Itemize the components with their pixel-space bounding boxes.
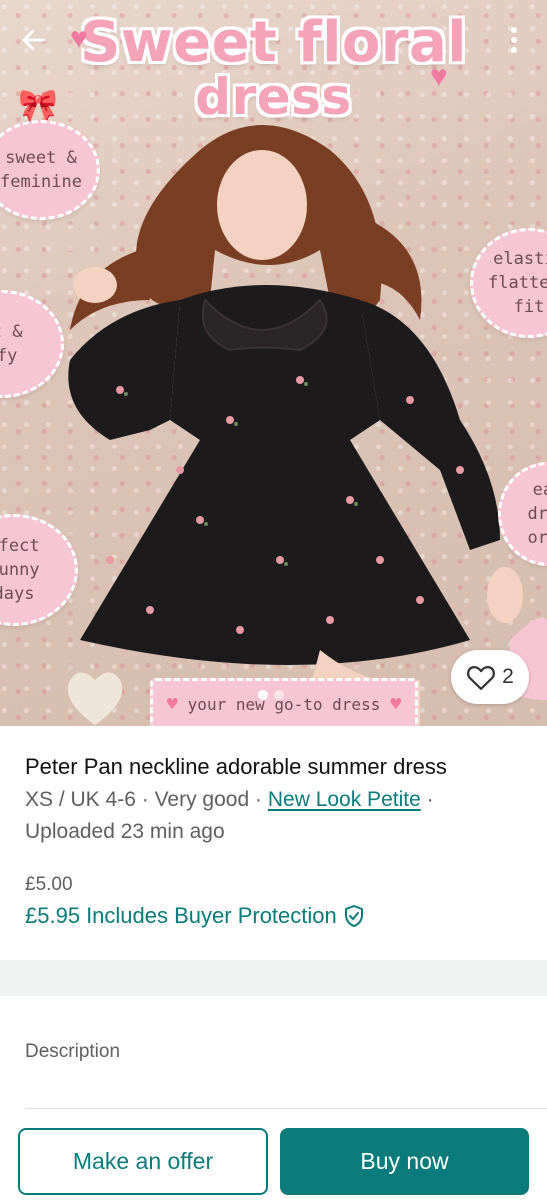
heart-outline-icon <box>467 666 496 690</box>
banner-text: your new go-to dress <box>187 694 381 714</box>
item-size: XS / UK 4-6 <box>25 788 136 811</box>
bubble-text: sunny <box>0 560 40 580</box>
bubble-text: rfect <box>0 536 40 556</box>
bubble-text: mfy <box>0 346 18 366</box>
bubble-text: dres <box>527 504 547 524</box>
heart-decoration-icon: ♥ <box>166 693 178 715</box>
bubble-text: fit <box>513 297 545 317</box>
total-price-row[interactable]: £5.95 Includes Buyer Protection <box>25 903 365 929</box>
bubble-text: ft & <box>0 322 23 342</box>
hero-title-line-2: dress <box>195 68 352 126</box>
make-offer-button[interactable]: Make an offer <box>18 1128 268 1195</box>
favourite-button[interactable]: 2 <box>451 650 529 704</box>
back-button[interactable] <box>12 18 56 62</box>
hero-banner: ♥ your new go-to dress ♥ <box>150 678 418 726</box>
bubble-text: flatteri <box>488 273 547 293</box>
bubble-text: eas <box>532 480 547 500</box>
meta-separator: · <box>426 788 434 811</box>
item-meta: XS / UK 4-6 · Very good · New Look Petit… <box>25 784 535 848</box>
item-condition: Very good <box>154 788 250 811</box>
total-price: £5.95 <box>25 903 81 928</box>
meta-separator: · <box>255 788 262 811</box>
heart-decoration-icon: ♥ <box>70 22 88 55</box>
carousel-dot-active[interactable] <box>258 690 268 700</box>
item-title: Peter Pan neckline adorable summer dress <box>25 754 447 779</box>
carousel-indicator <box>258 690 284 700</box>
bubble-text: feminine <box>0 172 82 192</box>
meta-separator: · <box>141 788 149 811</box>
uploaded-time: Uploaded 23 min ago <box>25 820 225 843</box>
product-photo[interactable]: Sweet floral dress ♥ ♥ 🎀 sweet & feminin… <box>0 0 547 726</box>
description-label: Description <box>25 1041 121 1062</box>
bubble-text: elastic <box>493 249 547 269</box>
arrow-left-icon <box>22 29 46 51</box>
bubble-text: sweet & <box>5 148 77 168</box>
section-separator <box>0 960 547 996</box>
item-details: Peter Pan neckline adorable summer dress… <box>25 752 535 848</box>
buyer-protection-label: Includes Buyer Protection <box>86 903 337 928</box>
buy-now-button[interactable]: Buy now <box>280 1128 529 1195</box>
brand-link[interactable]: New Look Petite <box>268 788 421 811</box>
divider <box>25 1108 547 1109</box>
bow-decoration-icon: 🎀 <box>18 87 58 123</box>
bubble-text: or c <box>527 528 547 548</box>
more-vertical-icon <box>511 27 517 53</box>
heart-decoration-icon: ♥ <box>390 693 402 715</box>
favourite-count: 2 <box>502 665 514 688</box>
shield-check-icon <box>344 905 363 927</box>
more-options-button[interactable] <box>492 18 536 62</box>
heart-decoration-icon: ♥ <box>430 60 448 93</box>
item-price: £5.00 <box>25 874 73 895</box>
carousel-dot[interactable] <box>274 690 284 700</box>
bubble-text: days <box>0 584 35 604</box>
